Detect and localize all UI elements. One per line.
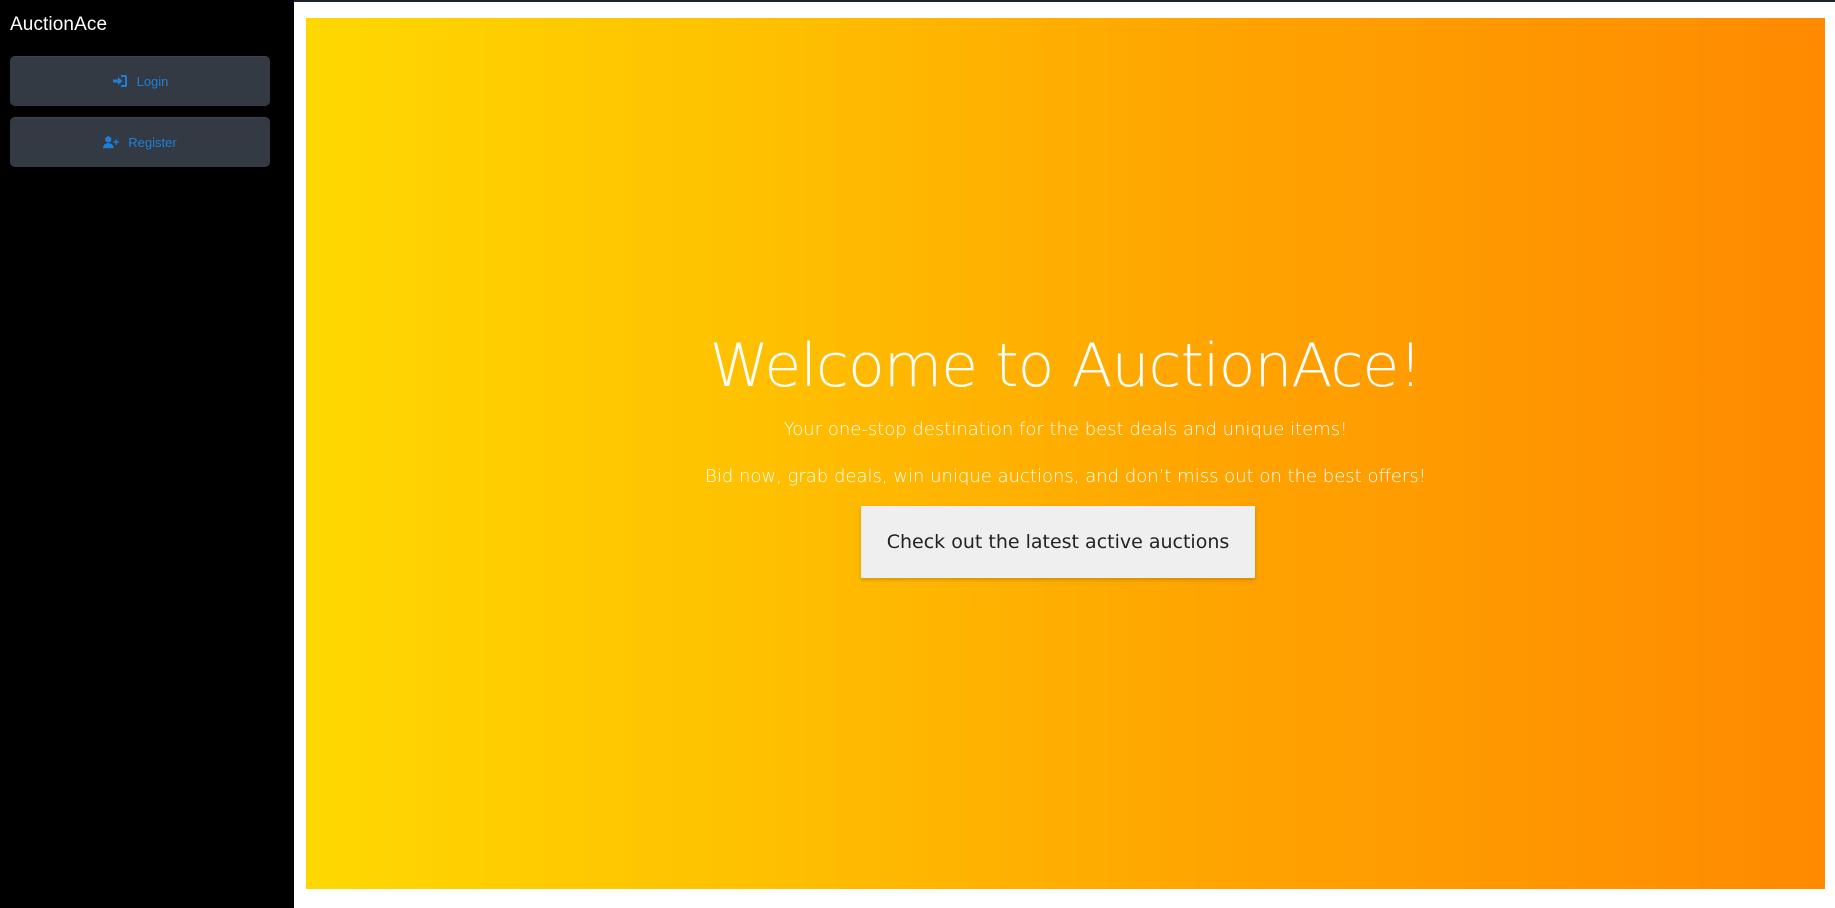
hero-banner: Welcome to AuctionAce! Your one-stop des… bbox=[306, 18, 1825, 889]
hero-content: Welcome to AuctionAce! Your one-stop des… bbox=[306, 18, 1825, 889]
login-icon bbox=[112, 74, 128, 88]
sidebar: AuctionAce Login Register bbox=[0, 0, 294, 908]
user-plus-icon bbox=[103, 135, 120, 149]
register-button[interactable]: Register bbox=[10, 117, 270, 167]
login-label: Login bbox=[136, 73, 169, 89]
brand-title: AuctionAce bbox=[10, 14, 108, 35]
login-button[interactable]: Login bbox=[10, 56, 270, 106]
active-auctions-button[interactable]: Check out the latest active auctions bbox=[861, 506, 1255, 578]
main-content: Welcome to AuctionAce! Your one-stop des… bbox=[294, 2, 1835, 908]
register-label: Register bbox=[128, 134, 177, 150]
hero-subtitle: Your one-stop destination for the best d… bbox=[783, 419, 1348, 440]
hero-title: Welcome to AuctionAce! bbox=[709, 331, 1423, 401]
hero-tagline: Bid now, grab deals, win unique auctions… bbox=[705, 466, 1426, 487]
